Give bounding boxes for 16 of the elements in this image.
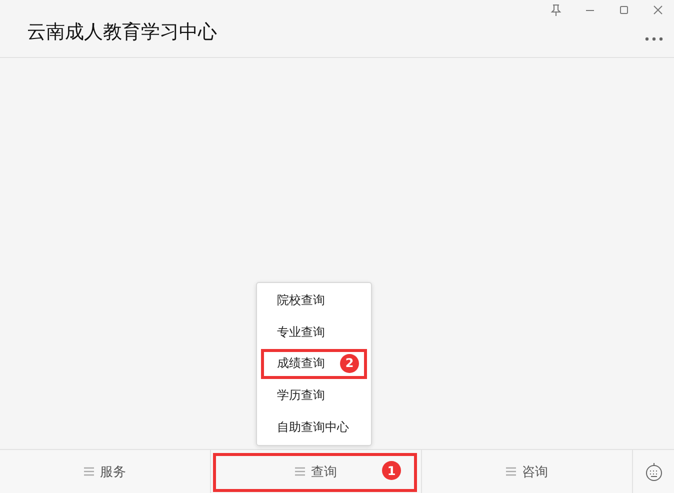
bottom-menu-tab[interactable]: 服务	[78, 458, 132, 484]
menu-icon	[84, 467, 94, 476]
window-title: 云南成人教育学习中心	[27, 20, 217, 45]
menu-item[interactable]: 成绩查询	[277, 355, 325, 372]
menu-item[interactable]: 专业查询	[277, 324, 325, 341]
keyboard-icon[interactable]	[644, 462, 662, 482]
menu-item[interactable]: 自助查询中心	[277, 418, 349, 436]
menu-icon	[295, 467, 305, 476]
step-badge: 1	[382, 461, 401, 480]
menu-icon	[506, 467, 516, 476]
bottom-menu-tab[interactable]: 查询	[289, 458, 343, 484]
more-icon[interactable]	[644, 36, 664, 42]
menu-item[interactable]: 学历查询	[277, 387, 325, 404]
bottom-menu-tab[interactable]: 咨询	[500, 458, 554, 484]
step-badge: 2	[340, 354, 359, 373]
menu-item[interactable]: 院校查询	[277, 292, 325, 310]
